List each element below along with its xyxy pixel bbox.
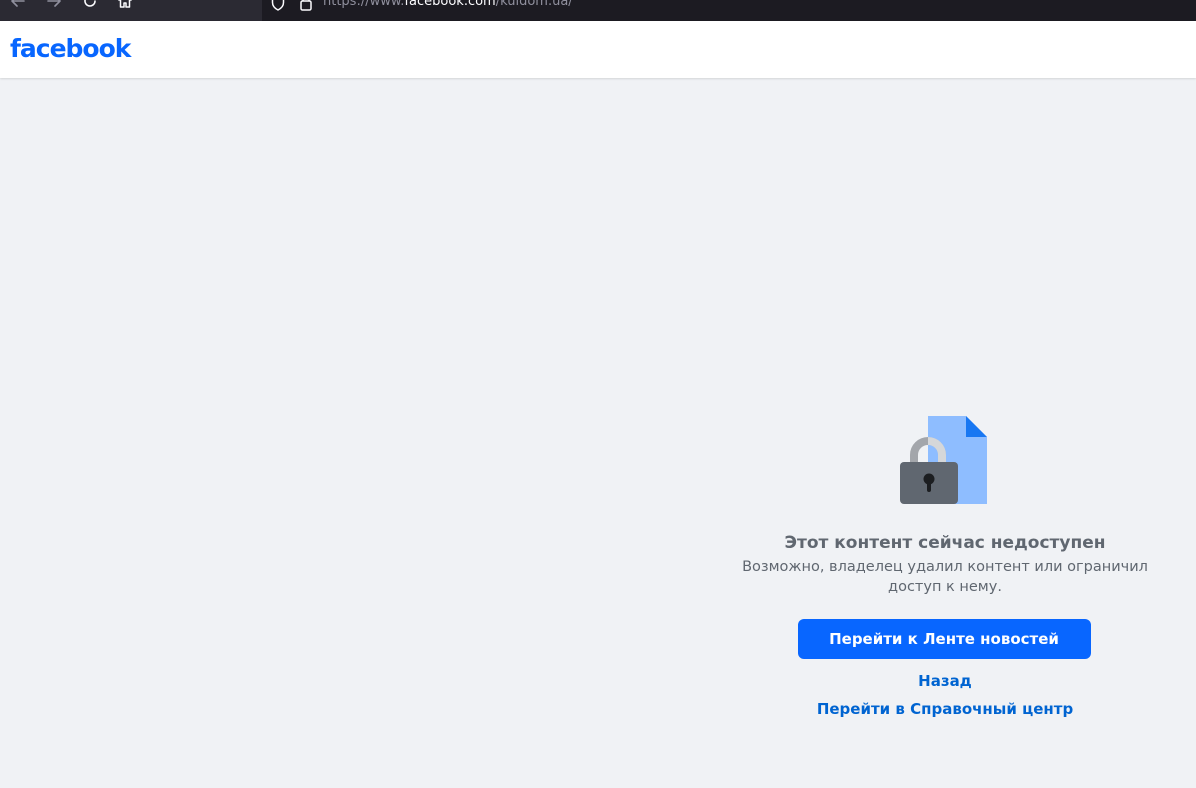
- url-text[interactable]: https://www.facebook.com/kuldom.ua/: [323, 0, 573, 10]
- url-path: /kuldom.ua/: [495, 0, 573, 9]
- shield-icon[interactable]: [270, 0, 286, 12]
- browser-toolbar: https://www.facebook.com/kuldom.ua/: [0, 0, 1196, 21]
- facebook-logo[interactable]: facebook: [10, 32, 131, 66]
- back-button[interactable]: [6, 0, 30, 14]
- forward-button[interactable]: [42, 0, 66, 14]
- content-unavailable-title: Этот контент сейчас недоступен: [784, 533, 1106, 553]
- url-domain: facebook.com: [404, 0, 496, 9]
- content-unavailable-description: Возможно, владелец удалил контент или ог…: [742, 559, 1148, 595]
- go-to-news-feed-button[interactable]: Перейти к Ленте новостей: [797, 619, 1091, 659]
- url-prefix: https://www.: [323, 0, 405, 9]
- home-button[interactable]: [113, 0, 137, 14]
- browser-nav-buttons: [0, 0, 262, 21]
- home-icon: [118, 0, 132, 8]
- arrow-right-icon: [47, 0, 61, 7]
- back-link[interactable]: Назад: [720, 671, 1170, 691]
- lock-icon[interactable]: [299, 0, 313, 12]
- address-bar[interactable]: https://www.facebook.com/kuldom.ua/: [262, 0, 1196, 16]
- locked-document-icon: [898, 414, 990, 506]
- site-header: facebook: [0, 21, 1196, 78]
- reload-button[interactable]: [78, 0, 102, 14]
- content-unavailable-panel: Этот контент сейчас недоступен Возможно,…: [720, 414, 1170, 719]
- arrow-left-icon: [11, 0, 25, 7]
- help-center-link[interactable]: Перейти в Справочный центр: [720, 699, 1170, 719]
- reload-icon: [84, 0, 96, 7]
